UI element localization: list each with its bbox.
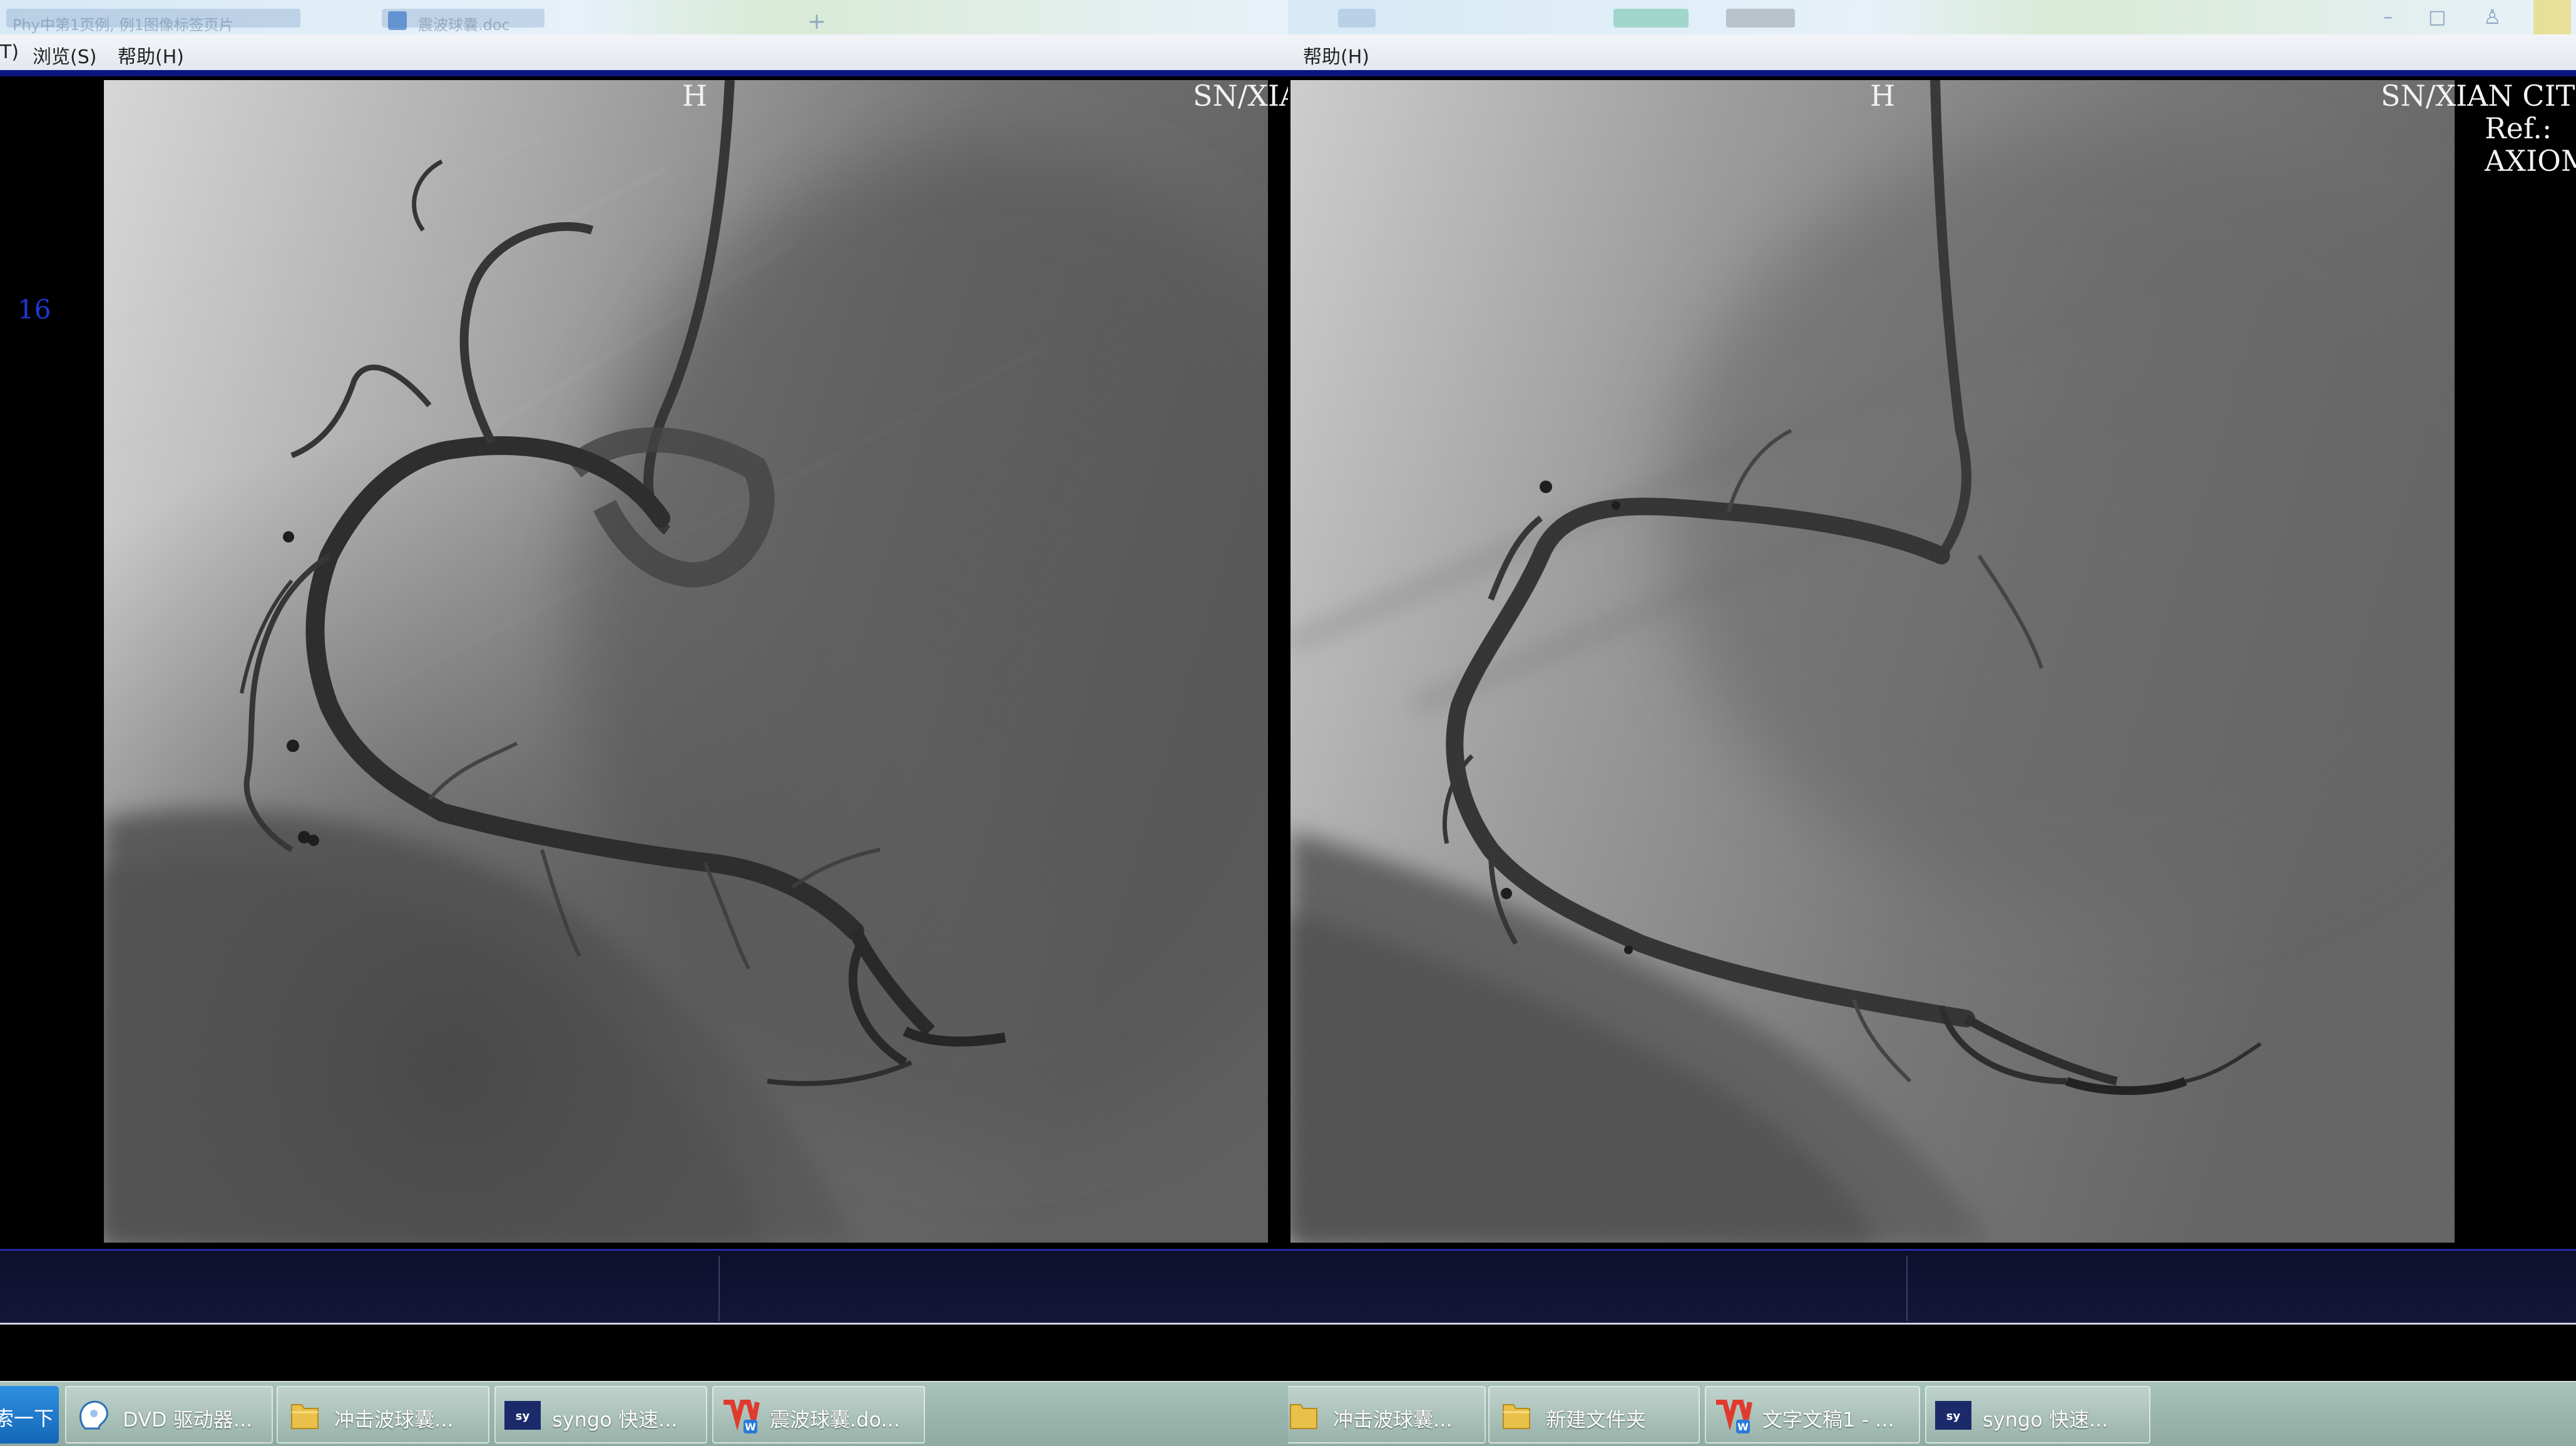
search-button-label: 索一下 [0,1407,54,1430]
menu-item-partial[interactable]: T) [0,41,19,63]
taskbar: 索一下 DVD 驱动器... 冲击波球囊... sy syngo 快速... W… [0,1381,1288,1446]
syngo-icon: sy [504,1401,541,1430]
folder-icon [1290,1404,1317,1429]
document-icon [388,11,407,30]
frame-number: 16 [18,294,51,325]
title-bar: – □ ♙ [1288,0,2576,34]
status-cell [0,1256,720,1321]
orientation-label: H [1870,79,1896,113]
angiogram-image [1291,80,2455,1243]
search-button[interactable]: 索一下 [0,1386,59,1443]
institution-label: SN/XIA [1193,79,1288,113]
tab-title: 震波球囊.doc [418,16,510,34]
window-icon [1338,9,1376,28]
taskbar: 冲击波球囊... 新建文件夹 W 文字文稿1 - ... sy syngo 快速… [1288,1381,2576,1446]
orientation-label: H [682,79,708,113]
status-cell [1908,1256,2575,1321]
toolbar-divider [1288,70,2576,76]
title-bar: Phy中第1页例, 例1图像标签页片 震波球囊.doc + [0,0,1288,34]
folder-icon [291,1404,319,1429]
folder-icon [1503,1404,1530,1429]
taskbar-item-dvd[interactable]: DVD 驱动器... [65,1386,273,1443]
status-cell [1288,1256,1908,1321]
device-label: AXIOM [2485,144,2576,178]
menu-bar: 帮助(H) [1288,34,2576,71]
taskbar-item-label: 冲击波球囊... [1333,1408,1453,1432]
svg-text:sy: sy [1946,1410,1961,1423]
wps-writer-icon: W [723,1400,760,1433]
maximize-icon[interactable]: □ [2428,6,2446,28]
taskbar-item-new-folder[interactable]: 新建文件夹 [1488,1386,1700,1443]
taskbar-item-syngo[interactable]: sy syngo 快速... [1925,1386,2150,1443]
taskbar-item-label: syngo 快速... [1983,1408,2108,1432]
right-viewer-window: – □ ♙ 帮助(H) H SN/XIAN CIT Ref.: AXIOM 冲击… [1288,0,2576,1446]
status-cell [720,1256,1287,1321]
taskbar-item-label: syngo 快速... [552,1408,678,1432]
tab-title: Phy中第1页例, 例1图像标签页片 [13,16,234,34]
taskbar-item-wps[interactable]: W 震波球囊.do... [712,1386,925,1443]
svg-text:sy: sy [516,1410,530,1423]
syngo-icon: sy [1935,1401,1971,1430]
angiogram-viewport-left[interactable] [104,80,1268,1243]
taskbar-item-label: 新建文件夹 [1546,1408,1647,1432]
taskbar-item-label: 冲击波球囊... [334,1408,454,1432]
svg-text:W: W [1737,1421,1749,1433]
taskbar-item-syngo[interactable]: sy syngo 快速... [494,1386,707,1443]
menu-item-browse[interactable]: 浏览(S) [33,41,96,69]
window-icon [1613,9,1689,28]
taskbar-item-folder[interactable]: 冲击波球囊... [1288,1386,1486,1443]
svg-text:W: W [745,1421,756,1433]
toolbar-divider [0,70,1288,76]
taskbar-item-label: 震波球囊.do... [770,1408,901,1432]
minimize-icon[interactable]: – [2383,6,2393,28]
angiogram-viewport-right[interactable] [1291,80,2455,1243]
taskbar-item-label: 文字文稿1 - ... [1762,1408,1894,1432]
taskbar-item-label: DVD 驱动器... [123,1408,253,1432]
menu-bar: T) 浏览(S) 帮助(H) [0,34,1288,71]
angiogram-image [104,80,1268,1243]
status-panel [0,1249,1288,1327]
user-icon[interactable]: ♙ [2483,5,2502,29]
menu-item-help[interactable]: 帮助(H) [1303,41,1369,69]
menu-item-help[interactable]: 帮助(H) [118,41,184,69]
dvd-drive-icon [79,1400,108,1430]
taskbar-item-folder[interactable]: 冲击波球囊... [277,1386,489,1443]
reference-label: Ref.: [2485,111,2552,145]
left-viewer-window: Phy中第1页例, 例1图像标签页片 震波球囊.doc + T) 浏览(S) 帮… [0,0,1288,1446]
empty-area [0,1325,1288,1381]
notification-icon [2533,0,2571,34]
taskbar-item-wps[interactable]: W 文字文稿1 - ... [1705,1386,1920,1443]
wps-writer-icon: W [1716,1400,1752,1433]
new-tab-icon[interactable]: + [807,9,826,34]
institution-label: SN/XIAN CIT [2381,79,2575,113]
window-icon [1726,9,1795,28]
status-panel [1288,1249,2576,1327]
empty-area [1288,1325,2576,1381]
